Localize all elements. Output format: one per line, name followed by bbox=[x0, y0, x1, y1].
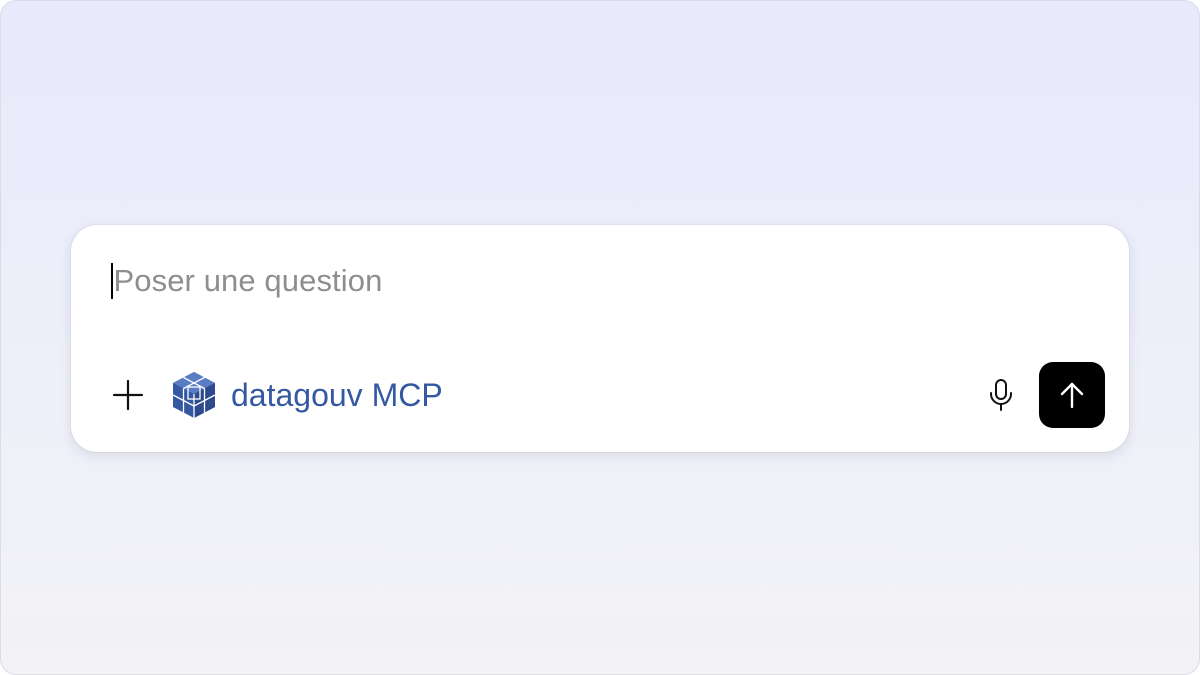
arrow-up-icon bbox=[1060, 382, 1084, 409]
send-button[interactable] bbox=[1039, 362, 1105, 428]
microphone-button[interactable] bbox=[981, 375, 1021, 415]
tool-label: datagouv MCP bbox=[231, 376, 443, 413]
composer-toolbar: datagouv MCP bbox=[109, 362, 1105, 428]
question-input[interactable]: Poser une question bbox=[111, 259, 1089, 303]
microphone-icon bbox=[990, 379, 1012, 411]
datagouv-cube-logo-icon bbox=[171, 371, 217, 419]
question-input-placeholder: Poser une question bbox=[113, 263, 383, 298]
page-background: Poser une question datagouv MCP bbox=[0, 0, 1200, 675]
chat-composer: Poser une question datagouv MCP bbox=[71, 225, 1129, 452]
text-caret bbox=[111, 263, 113, 299]
plus-icon bbox=[112, 379, 144, 411]
add-attachment-button[interactable] bbox=[109, 376, 147, 414]
datagouv-mcp-tool[interactable]: datagouv MCP bbox=[171, 371, 443, 419]
